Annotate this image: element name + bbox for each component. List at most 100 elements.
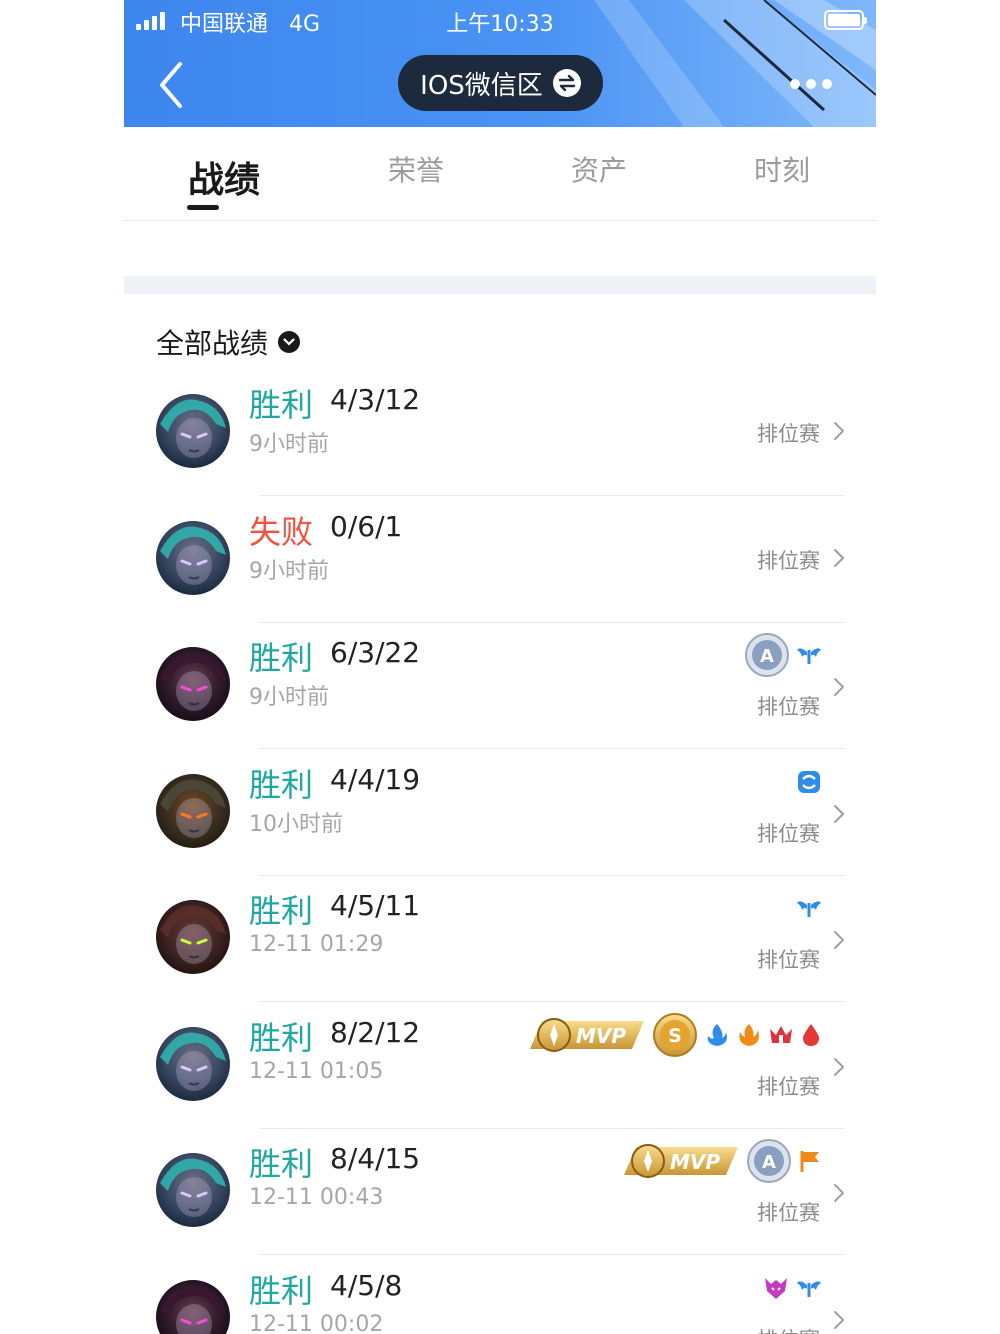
match-mode: 排位赛	[757, 1074, 820, 1099]
svg-text:MVP: MVP	[576, 1024, 626, 1048]
match-kda: 4/5/11	[330, 889, 421, 922]
match-kda: 6/3/22	[330, 636, 421, 669]
hero-avatar	[156, 1026, 230, 1101]
match-result: 胜利	[249, 1018, 314, 1057]
swap-icon	[552, 69, 581, 97]
chevron-down-icon	[278, 331, 301, 353]
match-result: 胜利	[249, 892, 314, 930]
match-mode: 排位赛	[757, 1201, 820, 1225]
match-row[interactable]: 失败 0/6/1 9小时前 排位赛	[124, 497, 876, 623]
svg-text:A: A	[760, 646, 774, 667]
grade-s-icon: S	[652, 1012, 698, 1062]
hero-avatar	[156, 773, 230, 848]
app-header: 中国联通 4G 上午10:33 IOS微信区	[124, 0, 876, 127]
hero-avatar	[156, 647, 230, 721]
red-crown-icon	[768, 1023, 794, 1051]
hero-avatar	[156, 1279, 230, 1334]
tab-moments[interactable]: 时刻	[692, 149, 872, 189]
match-kda: 4/5/8	[330, 1268, 403, 1302]
phone-screen: 中国联通 4G 上午10:33 IOS微信区 战绩 荣誉 资产 时刻 全部战绩 …	[124, 0, 876, 1334]
match-mode: 排位赛	[757, 548, 820, 573]
section-title: 全部战绩	[156, 327, 269, 360]
tab-assets[interactable]: 资产	[509, 149, 689, 189]
match-result: 胜利	[249, 639, 314, 677]
match-time: 9小时前	[249, 685, 329, 710]
clock: 上午10:33	[446, 12, 554, 37]
wings-icon	[796, 897, 822, 923]
match-badges	[796, 760, 822, 808]
chevron-right-icon	[834, 678, 844, 696]
chevron-right-icon	[834, 931, 844, 949]
tab-honor[interactable]: 荣誉	[326, 149, 506, 189]
back-icon[interactable]	[154, 60, 194, 110]
match-time: 12-11 00:02	[249, 1311, 384, 1334]
blood-drop-icon	[800, 1022, 822, 1052]
shield-icon	[796, 769, 822, 799]
match-row[interactable]: 胜利 8/4/15 12-11 00:43 MVP A 排位赛	[124, 1129, 876, 1255]
match-mode: 排位赛	[757, 948, 820, 972]
flag-icon	[798, 1148, 822, 1178]
active-tab-indicator	[187, 205, 219, 210]
section-separator	[124, 276, 876, 294]
wings-icon	[796, 1277, 822, 1303]
match-mode: 排位赛	[757, 695, 820, 719]
match-row[interactable]: 胜利 4/5/11 12-11 01:29 排位赛	[124, 876, 876, 1002]
match-time: 10小时前	[249, 811, 343, 837]
match-result: 胜利	[249, 1271, 314, 1310]
status-bar: 中国联通 4G 上午10:33	[136, 6, 867, 37]
pink-demon-icon	[762, 1275, 790, 1305]
grade-a-icon: A	[744, 632, 790, 682]
match-badges: A	[744, 633, 822, 681]
tab-record[interactable]: 战绩	[134, 151, 314, 203]
match-mode: 排位赛	[757, 422, 820, 446]
match-result: 胜利	[249, 1145, 314, 1183]
orange-flame-icon	[736, 1022, 762, 1052]
match-row[interactable]: 胜利 6/3/22 9小时前 A 排位赛	[124, 623, 876, 749]
mvp-badge: MVP	[622, 1141, 740, 1185]
match-badges	[762, 1266, 822, 1314]
match-result: 胜利	[249, 386, 314, 424]
hero-avatar	[156, 900, 230, 974]
hero-avatar	[156, 520, 230, 595]
match-row[interactable]: 胜利 4/5/8 12-11 00:02 排位赛	[124, 1256, 876, 1334]
match-badges	[796, 886, 822, 934]
svg-text:S: S	[668, 1025, 682, 1047]
match-row[interactable]: 胜利 4/3/12 9小时前 排位赛	[124, 370, 876, 496]
match-kda: 8/4/15	[330, 1142, 421, 1175]
match-time: 12-11 00:43	[249, 1185, 384, 1210]
svg-text:A: A	[762, 1152, 776, 1173]
svg-text:MVP: MVP	[670, 1150, 720, 1174]
match-time: 12-11 01:29	[249, 932, 384, 957]
match-row[interactable]: 胜利 4/4/19 10小时前 排位赛	[124, 750, 876, 876]
grade-a-icon: A	[746, 1138, 792, 1188]
chevron-right-icon	[834, 422, 844, 440]
match-result: 失败	[249, 512, 314, 551]
hero-avatar	[156, 394, 230, 468]
blue-flame-icon	[704, 1022, 730, 1052]
match-result: 胜利	[249, 765, 314, 804]
hero-avatar	[156, 1153, 230, 1227]
region-switch-button[interactable]: IOS微信区	[398, 55, 603, 111]
match-kda: 4/4/19	[330, 762, 421, 796]
all-records-filter[interactable]: 全部战绩	[156, 322, 301, 362]
wings-icon	[796, 644, 822, 670]
match-time: 9小时前	[249, 558, 329, 584]
chevron-right-icon	[834, 1057, 844, 1076]
match-kda: 4/3/12	[330, 383, 421, 416]
tab-bar: 战绩 荣誉 资产 时刻	[124, 127, 876, 221]
chevron-right-icon	[834, 804, 844, 823]
match-time: 9小时前	[249, 432, 329, 457]
match-mode: 排位赛	[757, 1324, 820, 1334]
mvp-badge: MVP	[528, 1015, 646, 1059]
chevron-right-icon	[834, 1310, 844, 1329]
region-label: IOS微信区	[420, 70, 543, 101]
match-badges: MVP A	[622, 1139, 822, 1187]
match-row[interactable]: 胜利 8/2/12 12-11 01:05 MVP S 排位赛	[124, 1003, 876, 1129]
more-options-icon[interactable]	[790, 72, 840, 96]
match-time: 12-11 01:05	[249, 1058, 384, 1084]
chevron-right-icon	[834, 1184, 844, 1202]
match-badges: MVP S	[528, 1012, 822, 1062]
chevron-right-icon	[834, 548, 844, 567]
battery-icon	[824, 10, 867, 30]
match-kda: 8/2/12	[330, 1015, 421, 1049]
